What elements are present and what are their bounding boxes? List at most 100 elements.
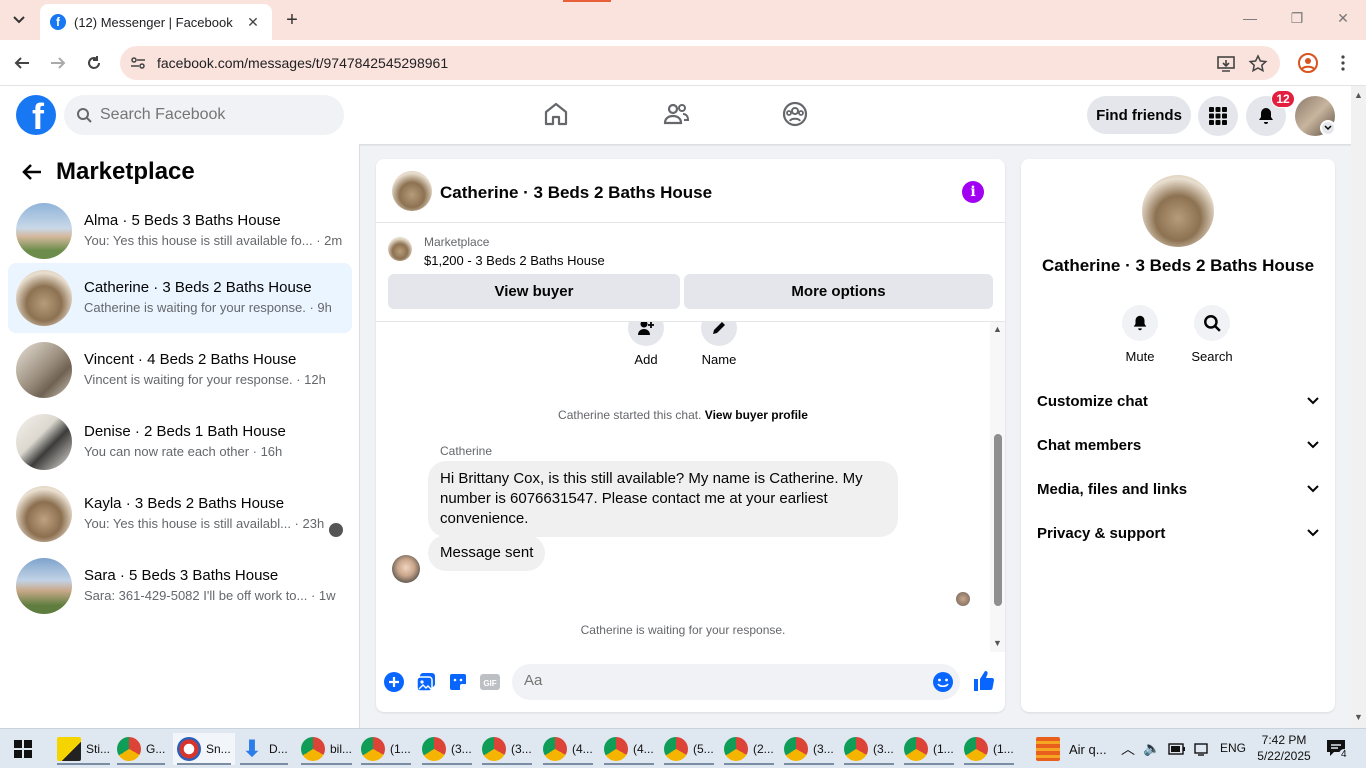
view-buyer-profile-link[interactable]: View buyer profile — [705, 408, 808, 422]
sticker-icon[interactable] — [447, 671, 469, 693]
taskbar-chrome-window[interactable]: (3... — [840, 733, 898, 765]
chat-members-section[interactable]: Chat members — [1037, 430, 1319, 460]
conversation-item-active[interactable]: Catherine · 3 Beds 2 Baths House Catheri… — [8, 263, 352, 333]
bookmark-star-icon[interactable] — [1248, 54, 1268, 74]
taskbar-chrome-window[interactable]: (1... — [960, 733, 1018, 765]
taskbar-chrome-window[interactable]: (1... — [357, 733, 415, 765]
chat-avatar[interactable] — [392, 171, 432, 211]
conversation-name: Vincent · 4 Beds 2 Baths House — [84, 351, 297, 368]
scroll-up-icon[interactable]: ▲ — [1354, 90, 1363, 100]
emoji-icon[interactable] — [932, 671, 954, 693]
scroll-down-icon[interactable]: ▼ — [1354, 712, 1363, 722]
conversation-item[interactable]: Alma · 5 Beds 3 Baths House You: Yes thi… — [8, 196, 352, 266]
sender-avatar[interactable] — [392, 555, 420, 583]
view-buyer-button[interactable]: View buyer — [388, 274, 680, 309]
chrome-icon — [724, 737, 748, 761]
bell-icon — [1259, 108, 1273, 124]
chat-pane: Catherine · 3 Beds 2 Baths House i Marke… — [376, 159, 1005, 712]
customize-chat-section[interactable]: Customize chat — [1037, 386, 1319, 416]
conversation-preview: You: Yes this house is still availabl...… — [84, 516, 325, 531]
clock-date: 5/22/2025 — [1257, 749, 1311, 763]
taskbar-chrome-window[interactable]: (2... — [720, 733, 778, 765]
photo-icon[interactable] — [415, 671, 437, 693]
thumbs-up-icon[interactable] — [972, 669, 996, 693]
add-people-action[interactable]: Add — [616, 322, 676, 367]
search-input[interactable] — [100, 106, 320, 124]
system-clock[interactable]: 7:42 PM 5/22/2025 — [1254, 732, 1314, 764]
battery-icon[interactable] — [1168, 742, 1186, 756]
chat-header: Catherine · 3 Beds 2 Baths House i — [376, 159, 1005, 223]
tab-search-button[interactable] — [6, 8, 32, 32]
browser-tab[interactable]: f (12) Messenger | Facebook ✕ — [40, 4, 272, 40]
browser-profile-icon[interactable] — [1297, 52, 1319, 74]
message-input-box[interactable] — [512, 664, 960, 700]
mute-action[interactable]: Mute — [1110, 305, 1170, 364]
chat-title[interactable]: Catherine · 3 Beds 2 Baths House — [440, 183, 712, 203]
taskbar-snipping-tool[interactable]: Sn... — [173, 733, 235, 765]
new-tab-button[interactable]: + — [282, 10, 302, 30]
input-language[interactable]: ENG — [1220, 741, 1246, 755]
page-scrollbar[interactable]: ▲ ▼ — [1351, 86, 1366, 728]
conversation-item[interactable]: Sara · 5 Beds 3 Baths House Sara: 361-42… — [8, 551, 352, 621]
close-window-icon[interactable]: ✕ — [1333, 10, 1353, 27]
facebook-search[interactable] — [64, 95, 344, 135]
info-icon[interactable]: i — [962, 181, 984, 203]
listing-thumbnail — [16, 414, 72, 470]
taskbar-chrome-window[interactable]: (4... — [539, 733, 597, 765]
scroll-up-icon[interactable]: ▲ — [992, 324, 1003, 334]
account-chevron-icon[interactable] — [1320, 120, 1336, 136]
windows-start-icon[interactable] — [14, 740, 32, 758]
forward-button[interactable] — [47, 52, 69, 74]
reload-button[interactable] — [83, 52, 105, 74]
more-options-button[interactable]: More options — [684, 274, 993, 309]
taskbar-chrome-window[interactable]: bil... — [297, 733, 356, 765]
taskbar-downloads[interactable]: ⬇ D... — [236, 733, 292, 765]
restore-icon[interactable]: ❐ — [1287, 10, 1307, 27]
back-button[interactable] — [11, 52, 33, 74]
media-files-links-section[interactable]: Media, files and links — [1037, 474, 1319, 504]
browser-menu-icon[interactable] — [1341, 55, 1345, 71]
conversation-item[interactable]: Vincent · 4 Beds 2 Baths House Vincent i… — [8, 335, 352, 405]
conversation-item[interactable]: Kayla · 3 Beds 2 Baths House You: Yes th… — [8, 479, 352, 549]
search-action[interactable]: Search — [1182, 305, 1242, 364]
taskbar-chrome-window[interactable]: (1... — [900, 733, 958, 765]
message-bubble[interactable]: Message sent — [428, 535, 546, 571]
privacy-support-section[interactable]: Privacy & support — [1037, 518, 1319, 548]
bell-icon — [1122, 305, 1158, 341]
weather-widget[interactable]: Air q... — [1032, 733, 1111, 765]
chrome-icon — [664, 737, 688, 761]
menu-button[interactable] — [1198, 96, 1238, 136]
message-input[interactable] — [524, 672, 904, 689]
volume-icon[interactable]: 🔈 — [1143, 740, 1160, 757]
taskbar-chrome[interactable]: G... — [113, 733, 169, 765]
taskbar-chrome-window[interactable]: (3... — [478, 733, 536, 765]
taskbar-chrome-window[interactable]: (3... — [418, 733, 476, 765]
scroll-thumb[interactable] — [994, 434, 1002, 606]
tray-chevron-icon[interactable]: ︿ — [1121, 739, 1135, 759]
friends-icon[interactable] — [662, 100, 690, 128]
groups-icon[interactable] — [781, 100, 809, 128]
address-bar[interactable]: facebook.com/messages/t/9747842545298961 — [120, 46, 1280, 80]
scroll-down-icon[interactable]: ▼ — [992, 638, 1003, 648]
minimize-icon[interactable]: — — [1240, 10, 1260, 26]
gif-icon[interactable]: GIF — [479, 671, 501, 693]
chevron-down-icon — [1307, 529, 1319, 537]
back-arrow-icon[interactable] — [18, 158, 46, 186]
taskbar-chrome-window[interactable]: (5... — [660, 733, 718, 765]
facebook-logo-icon[interactable]: f — [16, 95, 56, 135]
close-tab-icon[interactable]: ✕ — [244, 13, 262, 31]
plus-circle-icon[interactable] — [383, 671, 405, 693]
install-app-icon[interactable] — [1216, 54, 1236, 74]
home-icon[interactable] — [542, 100, 570, 128]
network-icon[interactable] — [1193, 741, 1209, 757]
message-bubble[interactable]: Hi Brittany Cox, is this still available… — [428, 461, 898, 537]
taskbar-sticky-notes[interactable]: Sti... — [53, 733, 114, 765]
find-friends-button[interactable]: Find friends — [1087, 96, 1191, 134]
conversation-item[interactable]: Denise · 2 Beds 1 Bath House You can now… — [8, 407, 352, 477]
taskbar-chrome-window[interactable]: (4... — [600, 733, 658, 765]
section-label: Privacy & support — [1037, 524, 1166, 542]
name-chat-action[interactable]: Name — [689, 322, 749, 367]
taskbar-chrome-window[interactable]: (3... — [780, 733, 838, 765]
message-scrollbar[interactable]: ▲ ▼ — [990, 322, 1005, 652]
arrow-right-icon — [51, 57, 66, 69]
